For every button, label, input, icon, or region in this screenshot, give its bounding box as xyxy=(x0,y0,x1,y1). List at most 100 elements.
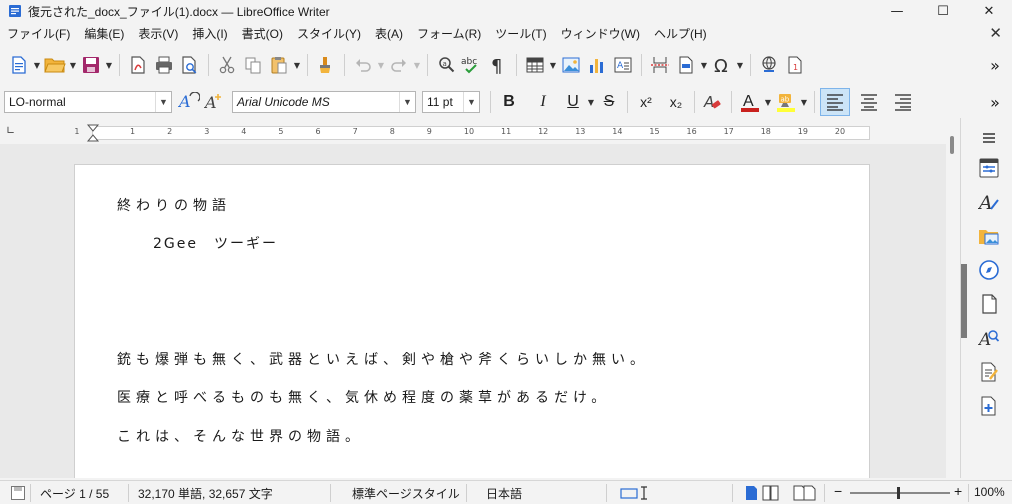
close-document-button[interactable]: ✕ xyxy=(989,24,1002,42)
document-canvas[interactable]: 終わりの物語 2Gee ツーギー 銃も爆弾も無く、武器といえば、剣や槍や斧くらい… xyxy=(0,144,946,478)
sidebar-properties-button[interactable] xyxy=(977,156,1001,180)
formatting-marks-button[interactable]: ¶ xyxy=(485,52,511,78)
insert-footnote-button[interactable]: 1 xyxy=(782,52,808,78)
minimize-button[interactable]: — xyxy=(874,0,920,22)
insert-field-dropdown[interactable]: ▼ xyxy=(699,52,709,78)
find-replace-button[interactable]: a xyxy=(433,52,459,78)
open-dropdown[interactable]: ▼ xyxy=(68,52,78,78)
sidebar-styles-button[interactable]: A xyxy=(977,190,1001,214)
align-center-button[interactable] xyxy=(856,89,882,115)
author-paragraph[interactable]: 2Gee ツーギー xyxy=(153,233,278,253)
update-style-button[interactable]: A xyxy=(176,89,202,115)
redo-dropdown[interactable]: ▼ xyxy=(412,52,422,78)
highlight-button[interactable]: ab xyxy=(773,89,799,115)
save-button[interactable] xyxy=(78,52,104,78)
redo-button[interactable] xyxy=(386,52,412,78)
sidebar-style-inspector-button[interactable]: A xyxy=(977,326,1001,350)
new-document-dropdown[interactable]: ▼ xyxy=(32,52,42,78)
zoom-level[interactable]: 100% xyxy=(974,485,1005,499)
insert-table-button[interactable] xyxy=(522,52,548,78)
superscript-button[interactable]: x² xyxy=(633,89,659,115)
menu-tools[interactable]: ツール(T) xyxy=(488,25,553,42)
insert-field-button[interactable] xyxy=(673,52,699,78)
chevron-down-icon[interactable]: ▼ xyxy=(155,92,171,112)
insert-chart-button[interactable] xyxy=(584,52,610,78)
zoom-out-button[interactable]: − xyxy=(834,483,842,499)
paste-button[interactable] xyxy=(266,52,292,78)
menu-insert[interactable]: 挿入(I) xyxy=(185,25,234,42)
menu-file[interactable]: ファイル(F) xyxy=(0,25,77,42)
spelling-button[interactable]: abc xyxy=(459,52,485,78)
horizontal-ruler[interactable]: ∟ 1 1 2 3 4 5 6 7 8 9 10 11 12 13 14 15 16 17 18 19 20 xyxy=(0,122,960,144)
new-style-button[interactable]: A xyxy=(202,89,228,115)
font-color-dropdown[interactable]: ▼ xyxy=(763,89,773,115)
insert-image-button[interactable] xyxy=(558,52,584,78)
menu-help[interactable]: ヘルプ(H) xyxy=(647,25,714,42)
new-document-button[interactable] xyxy=(6,52,32,78)
font-color-button[interactable]: A xyxy=(737,89,763,115)
insert-special-character-button[interactable]: Ω xyxy=(709,52,735,78)
sidebar-collapse-grip[interactable] xyxy=(961,264,967,338)
zoom-slider-thumb[interactable] xyxy=(897,487,900,499)
menu-form[interactable]: フォーム(R) xyxy=(410,25,488,42)
body-paragraph[interactable]: 医療と呼べるものも無く、気休め程度の薬草があるだけ。 xyxy=(117,387,610,407)
highlight-dropdown[interactable]: ▼ xyxy=(799,89,809,115)
cut-button[interactable] xyxy=(214,52,240,78)
print-preview-button[interactable] xyxy=(177,52,203,78)
view-layout-icons[interactable] xyxy=(744,484,820,502)
subscript-button[interactable]: x₂ xyxy=(663,89,689,115)
undo-button[interactable] xyxy=(350,52,376,78)
paragraph-style-combo[interactable]: LO-normal ▼ xyxy=(4,91,172,113)
sidebar-navigator-button[interactable] xyxy=(977,258,1001,282)
vertical-scrollbar[interactable] xyxy=(946,122,960,478)
special-character-dropdown[interactable]: ▼ xyxy=(735,52,745,78)
body-paragraph[interactable]: 銃も爆弾も無く、武器といえば、剣や槍や斧くらいしか無い。 xyxy=(117,349,649,369)
body-paragraph[interactable]: これは、そんな世界の物語。 xyxy=(117,426,364,446)
insert-textbox-button[interactable]: A xyxy=(610,52,636,78)
print-button[interactable] xyxy=(151,52,177,78)
menu-edit[interactable]: 編集(E) xyxy=(77,25,131,42)
export-pdf-button[interactable] xyxy=(125,52,151,78)
open-button[interactable] xyxy=(42,52,68,78)
menu-format[interactable]: 書式(O) xyxy=(235,25,290,42)
sidebar-manage-changes-button[interactable] xyxy=(977,360,1001,384)
page-count[interactable]: ページ 1 / 55 xyxy=(40,485,109,502)
paste-dropdown[interactable]: ▼ xyxy=(292,52,302,78)
align-right-button[interactable] xyxy=(890,89,916,115)
menu-table[interactable]: 表(A) xyxy=(368,25,410,42)
maximize-button[interactable]: ☐ xyxy=(920,0,966,22)
toolbar-more-button[interactable]: » xyxy=(982,52,1008,78)
save-dropdown[interactable]: ▼ xyxy=(104,52,114,78)
page-style-label[interactable]: 標準ページスタイル xyxy=(352,485,460,502)
insert-table-dropdown[interactable]: ▼ xyxy=(548,52,558,78)
insert-page-break-button[interactable] xyxy=(647,52,673,78)
menu-window[interactable]: ウィンドウ(W) xyxy=(554,25,647,42)
underline-dropdown[interactable]: ▼ xyxy=(586,89,596,115)
font-name-combo[interactable]: Arial Unicode MS ▼ xyxy=(232,91,416,113)
bold-button[interactable]: B xyxy=(496,89,522,115)
sidebar-design-button[interactable] xyxy=(977,394,1001,418)
insert-hyperlink-button[interactable] xyxy=(756,52,782,78)
menu-styles[interactable]: スタイル(Y) xyxy=(290,25,368,42)
insert-mode-icon[interactable] xyxy=(620,485,652,501)
copy-button[interactable] xyxy=(240,52,266,78)
close-window-button[interactable]: ✕ xyxy=(966,0,1012,22)
undo-dropdown[interactable]: ▼ xyxy=(376,52,386,78)
chevron-down-icon[interactable]: ▼ xyxy=(463,92,479,112)
word-count[interactable]: 32,170 単語, 32,657 文字 xyxy=(138,485,273,502)
chevron-down-icon[interactable]: ▼ xyxy=(399,92,415,112)
format-more-button[interactable]: » xyxy=(982,89,1008,115)
sidebar-gallery-button[interactable] xyxy=(977,224,1001,248)
underline-button[interactable]: U xyxy=(560,89,586,115)
sidebar-page-button[interactable] xyxy=(977,292,1001,316)
heading-paragraph[interactable]: 終わりの物語 xyxy=(117,195,231,215)
clear-formatting-button[interactable]: A xyxy=(700,89,726,115)
scrollbar-thumb[interactable] xyxy=(950,136,954,154)
menu-view[interactable]: 表示(V) xyxy=(131,25,185,42)
zoom-slider-track[interactable] xyxy=(850,492,950,494)
tab-stop-selector[interactable]: ∟ xyxy=(6,124,15,137)
strikethrough-button[interactable]: S xyxy=(596,89,622,115)
align-left-button[interactable] xyxy=(820,88,850,116)
indent-marker-icon[interactable] xyxy=(86,124,100,142)
language-label[interactable]: 日本語 xyxy=(486,485,522,502)
